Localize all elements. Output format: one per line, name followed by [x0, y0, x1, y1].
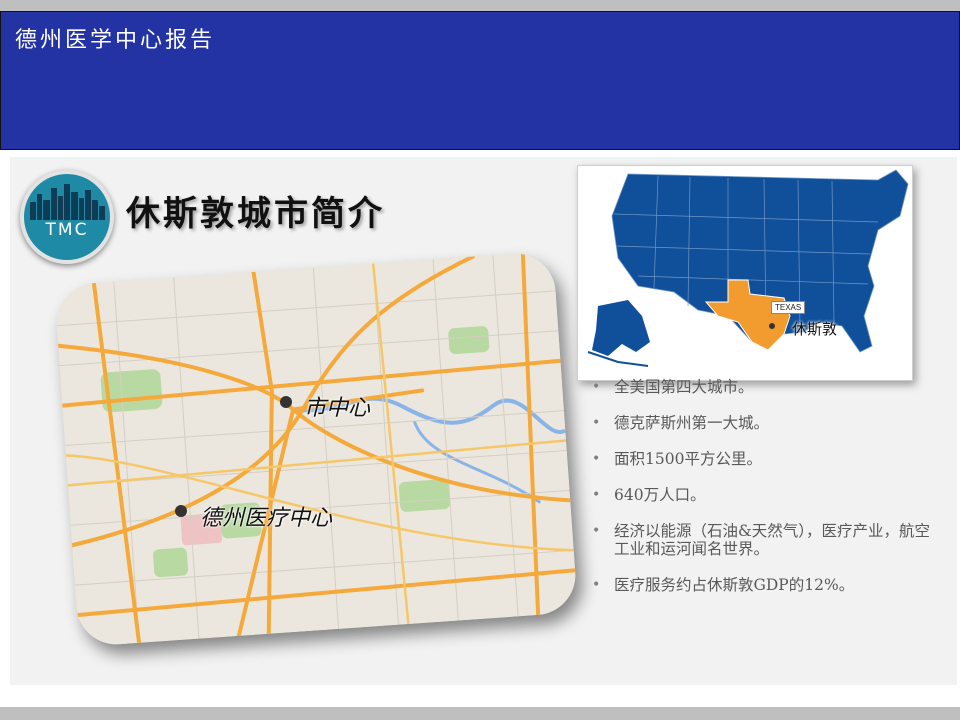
bullet-icon: • — [592, 415, 601, 431]
fact-text: 面积1500平方公里。 — [614, 450, 762, 468]
section-title: 休斯敦城市简介 — [126, 194, 385, 234]
tmc-logo: TMC — [20, 170, 114, 264]
fact-text: 全美国第四大城市。 — [614, 378, 754, 396]
fact-text: 640万人口。 — [614, 486, 706, 504]
fact-item: • 640万人口。 — [592, 486, 942, 504]
top-strip — [0, 0, 960, 11]
medical-center-label: 德州医疗中心 — [200, 506, 333, 531]
fact-item: • 经济以能源（石油&天然气），医疗产业，航空工业和运河闻名世界。 — [592, 522, 942, 558]
fact-text: 经济以能源（石油&天然气），医疗产业，航空工业和运河闻名世界。 — [614, 522, 931, 558]
fact-text: 医疗服务约占休斯敦GDP的12%。 — [614, 576, 855, 594]
alaska-shape — [592, 300, 650, 356]
bullet-icon: • — [592, 451, 601, 467]
bullet-icon: • — [592, 577, 601, 593]
header-title: 德州医学中心报告 — [15, 28, 216, 53]
logo-text: TMC — [45, 220, 89, 240]
downtown-label: 市中心 — [304, 396, 371, 421]
fact-item: • 全美国第四大城市。 — [592, 378, 942, 396]
houston-city-map — [53, 251, 579, 647]
downtown-marker-icon — [280, 396, 292, 408]
bullet-icon: • — [592, 523, 601, 539]
bullet-icon: • — [592, 487, 601, 503]
fact-item: • 医疗服务约占休斯敦GDP的12%。 — [592, 576, 942, 594]
header-bar: 德州医学中心报告 — [0, 11, 960, 150]
houston-point-icon — [769, 323, 775, 329]
texas-tag: TEXAS — [771, 301, 806, 314]
houston-label: 休斯敦 — [792, 320, 838, 338]
fact-item: • 德克萨斯州第一大城。 — [592, 414, 942, 432]
fact-list: • 全美国第四大城市。 • 德克萨斯州第一大城。 • 面积1500平方公里。 • 640… — [592, 378, 942, 594]
us-map-panel: TEXAS 休斯敦 — [577, 165, 913, 381]
skyline-icon — [30, 184, 105, 220]
bullet-icon: • — [592, 379, 601, 395]
fact-text: 德克萨斯州第一大城。 — [614, 414, 770, 432]
bottom-strip — [0, 707, 960, 720]
us-map-graphic — [587, 169, 909, 367]
fact-item: • 面积1500平方公里。 — [592, 450, 942, 468]
medical-center-marker-icon — [175, 505, 187, 517]
city-map-graphic — [53, 251, 579, 647]
